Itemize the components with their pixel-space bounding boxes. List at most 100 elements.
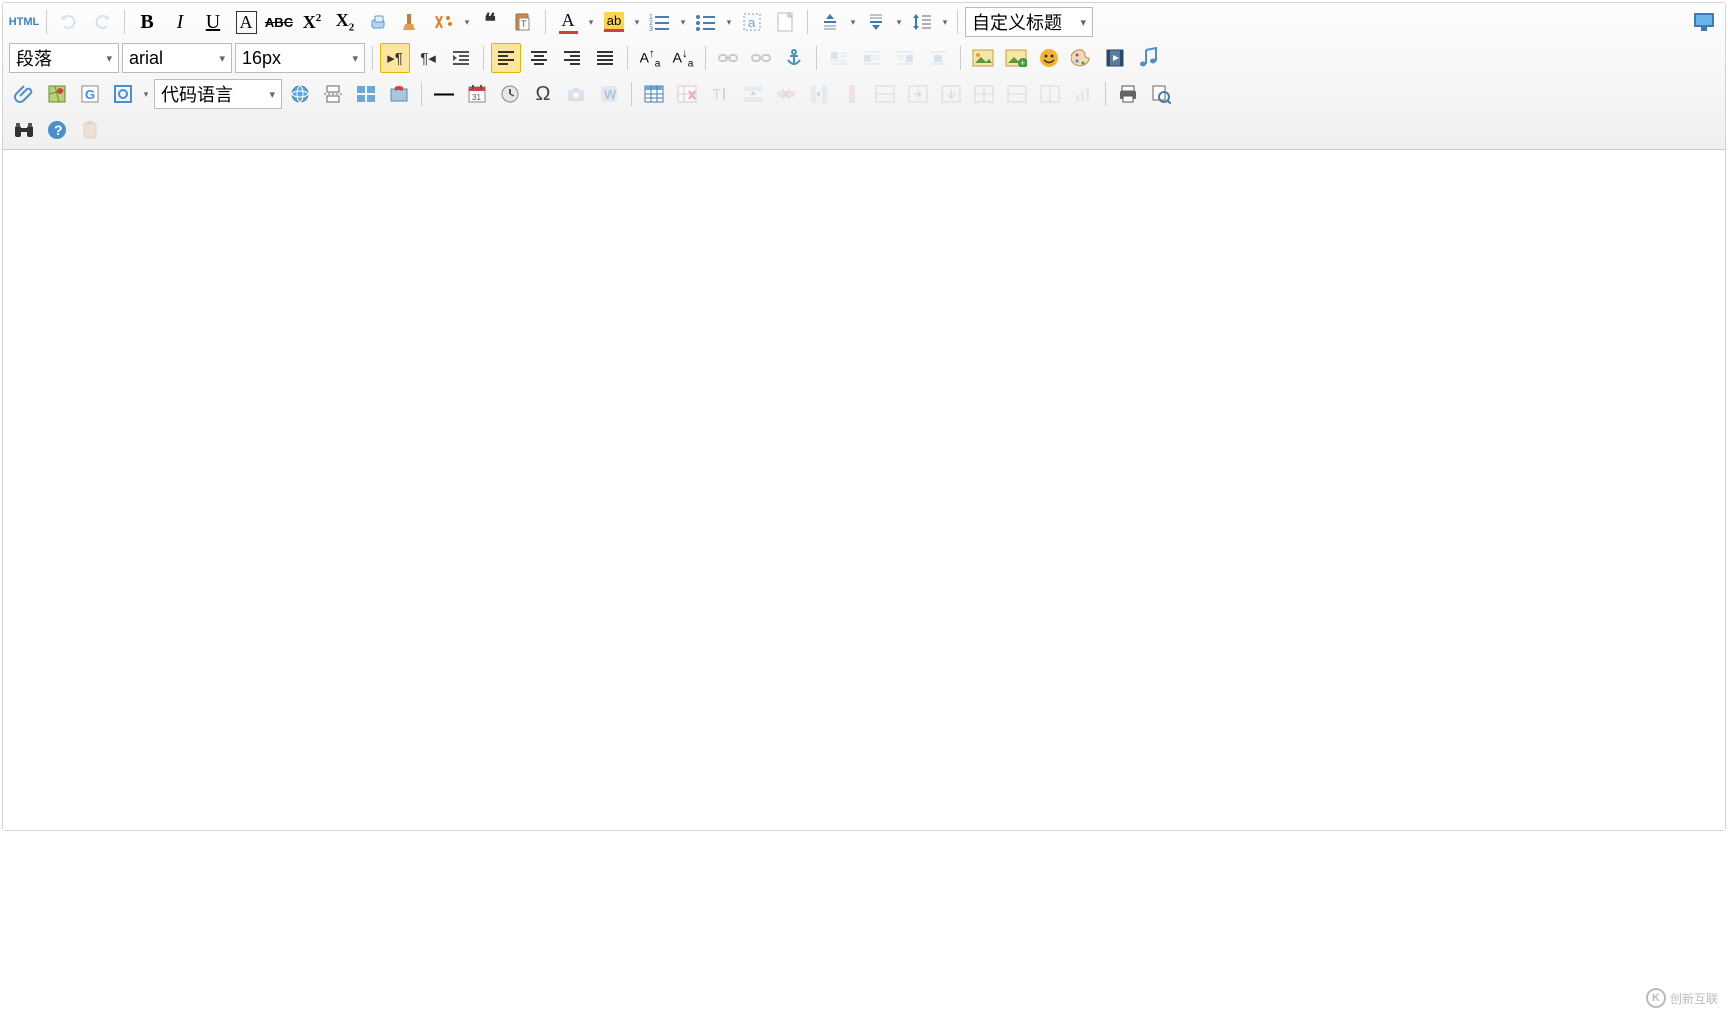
- mergeright-button[interactable]: [903, 79, 933, 109]
- bold-button[interactable]: B: [132, 7, 162, 37]
- map-button[interactable]: [42, 79, 72, 109]
- rowspacing-top-dropdown[interactable]: ▾: [848, 7, 858, 37]
- inserttable-button[interactable]: [639, 79, 669, 109]
- cleardoc-button[interactable]: [770, 7, 800, 37]
- undo-button[interactable]: [54, 7, 84, 37]
- insertframe-dropdown[interactable]: ▾: [141, 79, 151, 109]
- superscript-button[interactable]: X2: [297, 7, 327, 37]
- justify-right-button[interactable]: [557, 43, 587, 73]
- pagebreak-button[interactable]: [318, 79, 348, 109]
- splitcells-button[interactable]: [969, 79, 999, 109]
- selectall-button[interactable]: a: [737, 7, 767, 37]
- deletecol-button[interactable]: [837, 79, 867, 109]
- ltr-icon: ▸¶: [387, 49, 403, 67]
- insertrow-button[interactable]: [738, 79, 768, 109]
- fullscreen-button[interactable]: [1689, 7, 1719, 37]
- insertimage-button[interactable]: +: [1001, 43, 1031, 73]
- gmap-button[interactable]: G: [75, 79, 105, 109]
- indent-button[interactable]: [446, 43, 476, 73]
- ordered-list-button[interactable]: 123: [645, 7, 675, 37]
- ol-dropdown[interactable]: ▾: [678, 7, 688, 37]
- print-button[interactable]: [1113, 79, 1143, 109]
- rowspacing-bottom-dropdown[interactable]: ▾: [894, 7, 904, 37]
- background-button[interactable]: [384, 79, 414, 109]
- forecolor-button[interactable]: A: [553, 7, 583, 37]
- splitrows-icon: [1007, 85, 1027, 103]
- insertparagraph-button[interactable]: T: [705, 79, 735, 109]
- simpleupload-button[interactable]: [968, 43, 998, 73]
- help-button[interactable]: ?: [42, 115, 72, 145]
- subscript-button[interactable]: X2: [330, 7, 360, 37]
- justify-center-button[interactable]: [524, 43, 554, 73]
- forecolor-dropdown[interactable]: ▾: [586, 7, 596, 37]
- link-button[interactable]: [713, 43, 743, 73]
- date-button[interactable]: 31: [462, 79, 492, 109]
- fontfamily-select[interactable]: arial: [122, 43, 232, 73]
- splitcols-button[interactable]: [1035, 79, 1065, 109]
- tolowercase-button[interactable]: A↓a: [668, 43, 698, 73]
- autotypeset-button[interactable]: [429, 7, 459, 37]
- touppercase-button[interactable]: A↑a: [635, 43, 665, 73]
- emotion-button[interactable]: [1034, 43, 1064, 73]
- underline-button[interactable]: U: [198, 7, 228, 37]
- blockquote-button[interactable]: ❝: [475, 7, 505, 37]
- paragraph-select[interactable]: 段落: [9, 43, 119, 73]
- charts-button[interactable]: [1068, 79, 1098, 109]
- direction-ltr-button[interactable]: ▸¶: [380, 43, 410, 73]
- link-icon: [718, 51, 738, 65]
- template-button[interactable]: [351, 79, 381, 109]
- customstyle-select[interactable]: 自定义标题: [965, 7, 1093, 37]
- pasteplain-button[interactable]: T: [508, 7, 538, 37]
- anchor-button[interactable]: [779, 43, 809, 73]
- justify-left-button[interactable]: [491, 43, 521, 73]
- music-button[interactable]: [1133, 43, 1163, 73]
- spechars-button[interactable]: Ω: [528, 79, 558, 109]
- fontborder-button[interactable]: A: [231, 7, 261, 37]
- mergedown-button[interactable]: [936, 79, 966, 109]
- insertframe-button[interactable]: [108, 79, 138, 109]
- direction-rtl-button[interactable]: ¶◂: [413, 43, 443, 73]
- mergecells-button[interactable]: [870, 79, 900, 109]
- insertvideo-button[interactable]: [1100, 43, 1130, 73]
- deletetable-button[interactable]: [672, 79, 702, 109]
- scrawl-button[interactable]: [1067, 43, 1097, 73]
- searchreplace-button[interactable]: [9, 115, 39, 145]
- horizontal-button[interactable]: —: [429, 79, 459, 109]
- align-right-icon: [562, 50, 582, 66]
- strikethrough-button[interactable]: ABC: [264, 7, 294, 37]
- preview-button[interactable]: [1146, 79, 1176, 109]
- quote-icon: ❝: [484, 9, 496, 35]
- justify-full-button[interactable]: [590, 43, 620, 73]
- webapp-button[interactable]: [285, 79, 315, 109]
- codelang-select[interactable]: 代码语言: [154, 79, 282, 109]
- lineheight-dropdown[interactable]: ▾: [940, 7, 950, 37]
- editor-canvas[interactable]: [3, 150, 1725, 830]
- attachment-button[interactable]: [9, 79, 39, 109]
- insertcol-button[interactable]: [804, 79, 834, 109]
- italic-button[interactable]: I: [165, 7, 195, 37]
- deleterow-button[interactable]: [771, 79, 801, 109]
- rowspacing-bottom-button[interactable]: [861, 7, 891, 37]
- unordered-list-button[interactable]: [691, 7, 721, 37]
- splitrows-button[interactable]: [1002, 79, 1032, 109]
- removeformat-button[interactable]: [363, 7, 393, 37]
- rowspacing-top-button[interactable]: [815, 7, 845, 37]
- backcolor-button[interactable]: ab: [599, 7, 629, 37]
- imagefloat-left-button[interactable]: [857, 43, 887, 73]
- drafts-button[interactable]: [75, 115, 105, 145]
- autotypeset-dropdown[interactable]: ▾: [462, 7, 472, 37]
- lineheight-button[interactable]: [907, 7, 937, 37]
- wordimage-button[interactable]: W: [594, 79, 624, 109]
- redo-button[interactable]: [87, 7, 117, 37]
- imagefloat-none-button[interactable]: [824, 43, 854, 73]
- imagefloat-center-button[interactable]: [923, 43, 953, 73]
- snapscreen-button[interactable]: [561, 79, 591, 109]
- unlink-button[interactable]: [746, 43, 776, 73]
- imagefloat-right-button[interactable]: [890, 43, 920, 73]
- ul-dropdown[interactable]: ▾: [724, 7, 734, 37]
- fontsize-select[interactable]: 16px: [235, 43, 365, 73]
- formatmatch-button[interactable]: [396, 7, 426, 37]
- source-button[interactable]: HTML: [9, 7, 39, 37]
- backcolor-dropdown[interactable]: ▾: [632, 7, 642, 37]
- time-button[interactable]: [495, 79, 525, 109]
